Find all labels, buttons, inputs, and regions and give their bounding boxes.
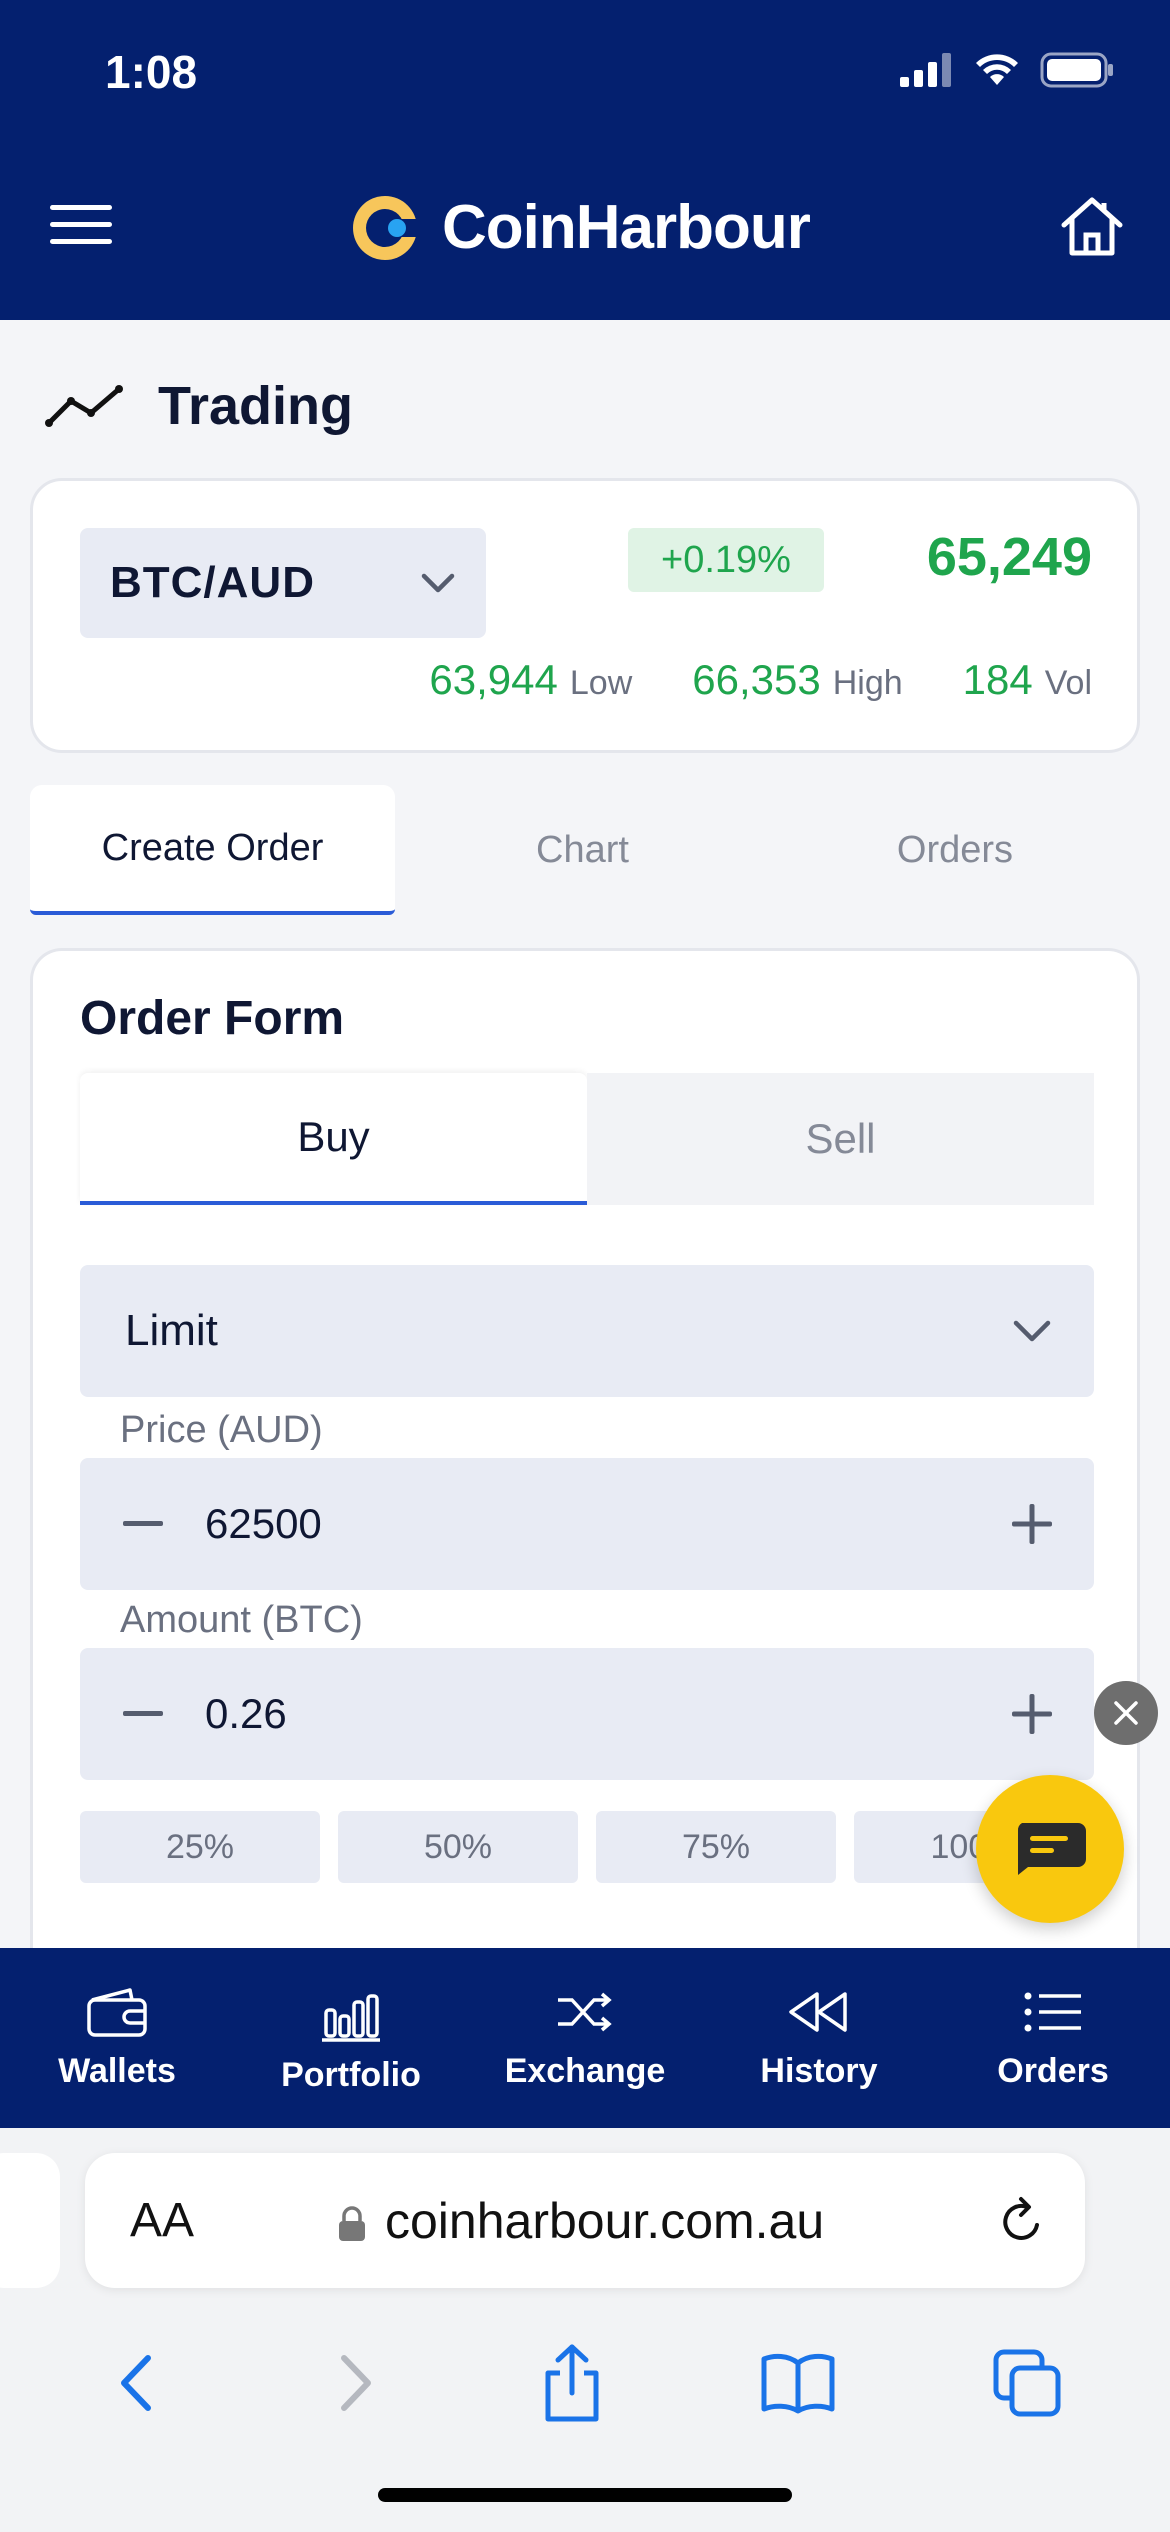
stat-low: 63,944 Low: [429, 656, 632, 704]
app-header: 1:08 CoinHarbour: [0, 0, 1170, 320]
home-indicator: [378, 2488, 792, 2502]
tabs-icon[interactable]: [992, 2348, 1062, 2418]
stat-high: 66,353 High: [692, 656, 902, 704]
back-icon[interactable]: [108, 2348, 168, 2418]
list-icon: [1024, 1992, 1081, 2032]
tab-orders[interactable]: Orders: [770, 785, 1140, 915]
chat-bubble-icon: [1017, 1823, 1086, 1875]
price-decrement-button[interactable]: [80, 1458, 205, 1590]
chevron-down-icon: [1013, 1320, 1051, 1342]
bottom-nav: Wallets Portfolio Exchange History Order…: [0, 1948, 1170, 2128]
high-value: 66,353: [692, 656, 821, 703]
trend-line-icon: [45, 385, 123, 427]
minus-icon: [122, 1711, 163, 1716]
reload-icon[interactable]: [997, 2195, 1047, 2247]
lock-icon: [339, 2206, 365, 2241]
amount-decrement-button[interactable]: [80, 1648, 205, 1780]
ticker-stats: 63,944 Low 66,353 High 184 Vol: [429, 656, 1092, 704]
shuffle-icon: [558, 1992, 612, 2032]
amount-increment-button[interactable]: [969, 1648, 1094, 1780]
hamburger-menu-icon[interactable]: [50, 205, 112, 247]
order-form-title: Order Form: [80, 992, 345, 1045]
status-time: 1:08: [105, 46, 198, 98]
vol-value: 184: [962, 656, 1033, 703]
nav-exchange-label: Exchange: [504, 2052, 666, 2090]
wallet-icon: [87, 1988, 147, 2037]
main-tabs: Create Order Chart Orders: [30, 785, 1140, 915]
stat-volume: 184 Vol: [963, 656, 1092, 704]
bar-chart-icon: [322, 1994, 380, 2042]
chevron-down-icon: [421, 573, 455, 593]
nav-orders-label: Orders: [997, 2052, 1109, 2090]
order-type-value: Limit: [125, 1306, 218, 1355]
reader-settings-button[interactable]: AA: [130, 2193, 194, 2248]
close-icon: [1114, 1701, 1138, 1725]
close-chat-button[interactable]: [1094, 1681, 1158, 1745]
low-value: 63,944: [429, 656, 558, 703]
ticker-card: BTC/AUD +0.19% 65,249 63,944 Low 66,353 …: [30, 478, 1140, 753]
page-title: Trading: [158, 376, 354, 436]
bookmarks-icon[interactable]: [760, 2351, 836, 2415]
address-bar[interactable]: AA coinharbour.com.au: [85, 2153, 1085, 2288]
coinharbour-logo-icon: [353, 195, 419, 260]
chat-button[interactable]: [976, 1775, 1124, 1923]
price-input[interactable]: 62500: [205, 1500, 969, 1548]
home-icon[interactable]: [1059, 195, 1125, 262]
percent-25-button[interactable]: 25%: [80, 1811, 320, 1883]
wifi-icon: [976, 54, 1018, 85]
nav-wallets[interactable]: Wallets: [0, 1948, 234, 2128]
last-price: 65,249: [926, 527, 1092, 587]
nav-wallets-label: Wallets: [58, 2052, 176, 2090]
tab-sell[interactable]: Sell: [587, 1073, 1094, 1205]
price-increment-button[interactable]: [969, 1458, 1094, 1590]
pair-label: BTC/AUD: [110, 558, 315, 607]
nav-history-label: History: [760, 2052, 878, 2090]
price-stepper: 62500: [80, 1458, 1094, 1590]
browser-toolbar: [0, 2323, 1170, 2443]
status-icons: [900, 52, 1114, 88]
tab-create-order[interactable]: Create Order: [30, 785, 395, 915]
price-change-badge: +0.19%: [628, 528, 824, 592]
order-form-card: Order Form Buy Sell Limit Price (AUD) 62…: [30, 948, 1140, 1948]
price-label: Price (AUD): [120, 1409, 323, 1451]
nav-portfolio-label: Portfolio: [281, 2056, 421, 2094]
nav-orders[interactable]: Orders: [936, 1948, 1170, 2128]
previous-tab-preview[interactable]: [0, 2153, 60, 2288]
vol-label: Vol: [1044, 664, 1092, 702]
rewind-icon: [789, 1992, 847, 2032]
nav-history[interactable]: History: [702, 1948, 936, 2128]
page-heading: Trading: [45, 375, 353, 437]
nav-exchange[interactable]: Exchange: [468, 1948, 702, 2128]
minus-icon: [122, 1521, 163, 1526]
high-label: High: [832, 664, 903, 702]
browser-chrome: AA coinharbour.com.au: [0, 2128, 1170, 2532]
low-label: Low: [569, 664, 633, 702]
brand-logo[interactable]: CoinHarbour: [350, 192, 811, 263]
amount-label: Amount (BTC): [120, 1599, 363, 1641]
order-type-select[interactable]: Limit: [80, 1265, 1094, 1397]
url-text: coinharbour.com.au: [385, 2192, 825, 2249]
amount-input[interactable]: 0.26: [205, 1690, 969, 1738]
nav-portfolio[interactable]: Portfolio: [234, 1948, 468, 2128]
battery-icon: [1040, 52, 1113, 88]
tab-chart[interactable]: Chart: [395, 785, 770, 915]
plus-icon: [1011, 1694, 1052, 1734]
plus-icon: [1011, 1504, 1052, 1544]
brand-name: CoinHarbour: [442, 193, 811, 262]
amount-stepper: 0.26: [80, 1648, 1094, 1780]
pair-select[interactable]: BTC/AUD: [80, 528, 486, 638]
percent-50-button[interactable]: 50%: [338, 1811, 578, 1883]
percent-75-button[interactable]: 75%: [596, 1811, 836, 1883]
cellular-signal-icon: [900, 53, 951, 87]
forward-icon[interactable]: [324, 2348, 384, 2418]
tab-buy[interactable]: Buy: [80, 1073, 587, 1205]
share-icon[interactable]: [540, 2343, 604, 2423]
side-tabs: Buy Sell: [80, 1073, 1094, 1205]
